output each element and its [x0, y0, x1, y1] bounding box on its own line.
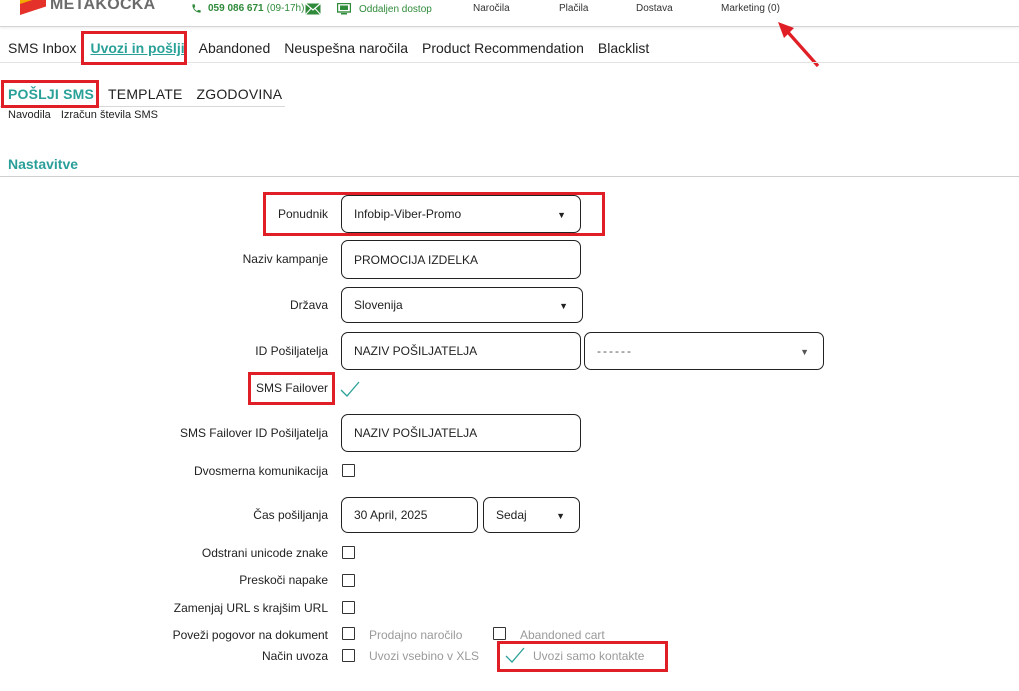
sender-select-value: ------: [597, 344, 633, 358]
phone-hours: (09-17h): [266, 3, 305, 14]
import-contacts-label: Uvozi samo kontakte: [533, 649, 645, 663]
tab-template[interactable]: TEMPLATE: [108, 86, 182, 102]
logo-text: METAKOCKA: [50, 0, 156, 13]
section-divider: [0, 176, 1019, 177]
monitor-icon: [337, 3, 351, 15]
failover-sender-value: NAZIV POŠILJATELJA: [354, 426, 478, 440]
send-time-label: Čas pošiljanja: [253, 508, 328, 522]
sub-tabs: POŠLJI SMS TEMPLATE ZGODOVINA: [8, 86, 282, 102]
tab-failed-orders[interactable]: Neuspešna naročila: [284, 40, 408, 56]
link-conversation-label: Poveži pogovor na dokument: [172, 628, 328, 642]
skip-errors-label: Preskoči napake: [239, 573, 328, 587]
shorten-url-checkbox[interactable]: [342, 601, 355, 614]
mail-icon[interactable]: [305, 3, 321, 15]
tab-sms-inbox[interactable]: SMS Inbox: [8, 40, 76, 56]
import-xls-label: Uvozi vsebino v XLS: [369, 649, 480, 663]
logo[interactable]: METAKOCKA: [20, 0, 156, 15]
shorten-url-label: Zamenjaj URL s krajšim URL: [173, 601, 328, 615]
failover-label: SMS Failover: [255, 381, 328, 395]
import-contacts-checkbox[interactable]: [505, 647, 525, 664]
tab-history[interactable]: ZGODOVINA: [197, 86, 283, 102]
provider-label: Ponudnik: [277, 207, 328, 221]
send-when-value: Sedaj: [496, 508, 527, 522]
campaign-input[interactable]: PROMOCIJA IZDELKA: [341, 240, 581, 279]
nav-payments[interactable]: Plačila: [559, 3, 588, 14]
provider-value: Infobip-Viber-Promo: [354, 207, 462, 221]
provider-select[interactable]: Infobip-Viber-Promo ▼: [341, 195, 581, 233]
tab-abandoned[interactable]: Abandoned: [199, 40, 271, 56]
tab-product-recommendation[interactable]: Product Recommendation: [422, 40, 584, 56]
logo-mark-icon: [20, 0, 46, 15]
import-xls-checkbox[interactable]: [342, 649, 355, 662]
top-bar: METAKOCKA 059 086 671 (09-17h) Oddaljen …: [0, 0, 1019, 27]
phone-number: 059 086 671: [208, 3, 264, 14]
remove-unicode-label: Odstrani unicode znake: [201, 546, 328, 560]
subtabs-divider: [0, 106, 285, 107]
phone-icon: [192, 4, 201, 13]
chevron-down-icon: ▼: [557, 210, 566, 220]
sender-label: ID Pošiljatelja: [255, 344, 328, 358]
country-label: Država: [289, 298, 328, 312]
failover-checkbox[interactable]: [340, 381, 360, 398]
tab-blacklist[interactable]: Blacklist: [598, 40, 649, 56]
send-when-select[interactable]: Sedaj ▼: [483, 497, 580, 533]
annotation-arrow: [778, 22, 820, 68]
phone-contact[interactable]: 059 086 671 (09-17h): [191, 3, 304, 14]
skip-errors-checkbox[interactable]: [342, 574, 355, 587]
sales-order-checkbox[interactable]: [342, 627, 355, 640]
send-date-input[interactable]: 30 April, 2025: [341, 497, 478, 533]
nav-marketing[interactable]: Marketing (0): [721, 3, 780, 14]
sender-value: NAZIV POŠILJATELJA: [354, 344, 478, 358]
twoway-checkbox[interactable]: [342, 464, 355, 477]
twoway-label: Dvosmerna komunikacija: [193, 464, 328, 478]
chevron-down-icon: ▼: [559, 301, 568, 311]
sender-select[interactable]: ------ ▼: [584, 332, 824, 370]
main-tabs: SMS Inbox Uvozi in pošlji Abandoned Neus…: [8, 40, 649, 56]
tab-send-sms[interactable]: POŠLJI SMS: [8, 86, 94, 102]
chevron-down-icon: ▼: [556, 511, 565, 521]
tabs-divider: [0, 62, 1019, 63]
sender-input[interactable]: NAZIV POŠILJATELJA: [341, 332, 581, 370]
abandoned-cart-checkbox[interactable]: [493, 627, 506, 640]
remote-access-label: Oddaljen dostop: [359, 3, 432, 15]
import-mode-label: Način uvoza: [261, 649, 328, 663]
link-sms-count[interactable]: Izračun števila SMS: [61, 109, 158, 121]
campaign-value: PROMOCIJA IZDELKA: [354, 252, 479, 267]
nav-orders[interactable]: Naročila: [473, 3, 510, 14]
chevron-down-icon: ▼: [800, 347, 809, 357]
remote-access-link[interactable]: Oddaljen dostop: [337, 3, 432, 15]
send-date-value: 30 April, 2025: [354, 508, 428, 522]
sales-order-label: Prodajno naročilo: [369, 628, 463, 642]
abandoned-cart-label: Abandoned cart: [520, 628, 605, 642]
remove-unicode-checkbox[interactable]: [342, 546, 355, 559]
failover-sender-label: SMS Failover ID Pošiljatelja: [179, 426, 328, 440]
link-instructions[interactable]: Navodila: [8, 109, 51, 121]
tab-import-send[interactable]: Uvozi in pošlji: [90, 40, 184, 56]
nav-delivery[interactable]: Dostava: [636, 3, 673, 14]
country-select[interactable]: Slovenija ▼: [341, 287, 583, 323]
failover-sender-input[interactable]: NAZIV POŠILJATELJA: [341, 414, 581, 452]
sub-links: Navodila Izračun števila SMS: [8, 109, 158, 121]
campaign-label: Naziv kampanje: [242, 252, 328, 266]
country-value: Slovenija: [354, 298, 403, 312]
section-title: Nastavitve: [8, 156, 79, 172]
